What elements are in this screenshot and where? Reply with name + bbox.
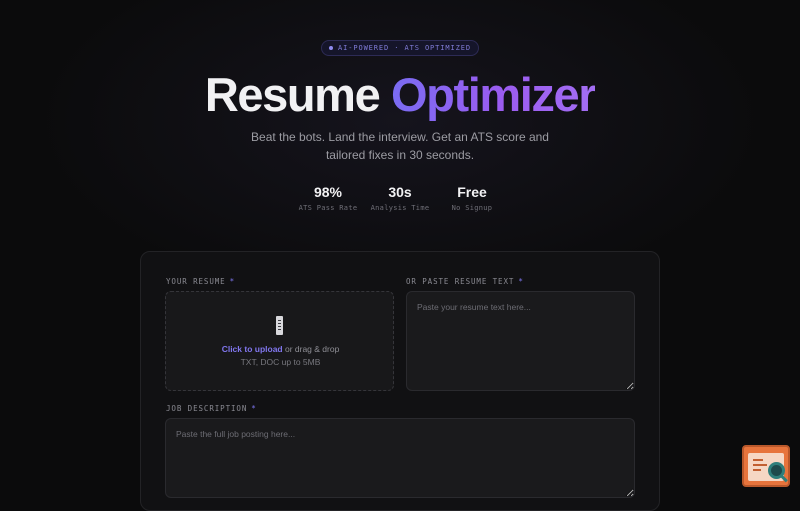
required-mark: * bbox=[229, 277, 235, 286]
subtitle-line-1: Beat the bots. Land the interview. Get a… bbox=[251, 130, 549, 144]
stat-value: 98% bbox=[313, 184, 343, 200]
hero-badge: AI-POWERED · ATS OPTIMIZED bbox=[321, 40, 479, 56]
magnifier-handle bbox=[780, 474, 788, 483]
job-label-text: JOB DESCRIPTION bbox=[166, 404, 248, 413]
help-widget-line bbox=[753, 464, 767, 466]
help-widget-line bbox=[753, 469, 761, 471]
stats-row: 98% ATS Pass Rate 30s Analysis Time Free… bbox=[0, 184, 800, 212]
paste-label-text: OR PASTE RESUME TEXT bbox=[406, 277, 515, 286]
title-accent: Optimizer bbox=[390, 68, 597, 121]
help-widget-line bbox=[753, 459, 763, 461]
stat-value: Free bbox=[457, 184, 487, 200]
upload-instruction-rest: or drag & drop bbox=[282, 344, 340, 354]
required-mark: * bbox=[251, 404, 257, 413]
paste-label: OR PASTE RESUME TEXT * bbox=[406, 277, 524, 286]
badge-dot-icon bbox=[329, 46, 333, 50]
title-main: Resume bbox=[204, 68, 381, 121]
stat-analysis-time: 30s Analysis Time bbox=[364, 184, 436, 212]
file-icon bbox=[276, 316, 283, 335]
hero-subtitle: Beat the bots. Land the interview. Get a… bbox=[240, 128, 560, 164]
resume-upload-dropzone[interactable]: Click to upload or drag & drop TXT, DOC … bbox=[165, 291, 394, 391]
stat-pass-rate: 98% ATS Pass Rate bbox=[292, 184, 364, 212]
resume-label-text: YOUR RESUME bbox=[166, 277, 226, 286]
resume-label: YOUR RESUME * bbox=[166, 277, 235, 286]
stat-label: ATS Pass Rate bbox=[298, 204, 358, 212]
page-title: Resume Optimizer bbox=[0, 66, 800, 124]
job-description-input[interactable] bbox=[165, 418, 635, 498]
badge-text: AI-POWERED · ATS OPTIMIZED bbox=[338, 44, 471, 52]
subtitle-line-2: tailored fixes in 30 seconds. bbox=[325, 148, 475, 162]
required-mark: * bbox=[518, 277, 524, 286]
upload-hint: TXT, DOC up to 5MB bbox=[240, 357, 321, 367]
stat-value: 30s bbox=[388, 184, 412, 200]
click-to-upload-link[interactable]: Click to upload bbox=[222, 344, 283, 354]
stat-no-signup: Free No Signup bbox=[436, 184, 508, 212]
upload-instruction: Click to upload or drag & drop bbox=[166, 344, 395, 354]
help-widget-icon[interactable] bbox=[742, 445, 790, 487]
resume-text-input[interactable] bbox=[406, 291, 635, 391]
stat-label: No Signup bbox=[451, 204, 493, 212]
job-description-label: JOB DESCRIPTION * bbox=[166, 404, 257, 413]
stat-label: Analysis Time bbox=[370, 204, 430, 212]
